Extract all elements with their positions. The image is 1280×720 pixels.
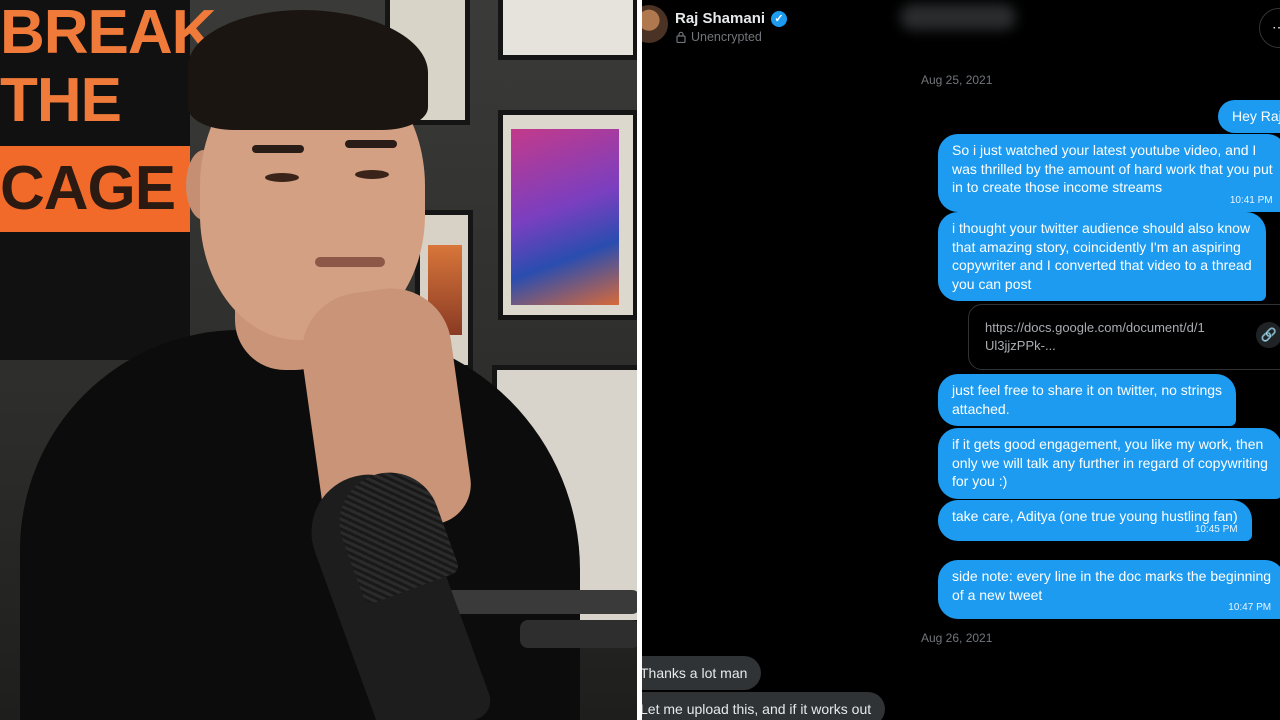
person-torso (20, 330, 580, 720)
message-text: take care, Aditya (one true young hustli… (952, 508, 1238, 524)
message-text: you can post (952, 275, 1032, 292)
outgoing-message[interactable]: Hey Raj (1218, 100, 1280, 133)
outgoing-message[interactable]: just feel free to share it on twitter, n… (938, 374, 1237, 426)
message-text: if it gets good engagement, you like my … (952, 436, 1264, 452)
poster-line: BREAK (0, 0, 216, 67)
message-text: for you :) (952, 473, 1008, 489)
wall-frame (498, 0, 637, 60)
outgoing-message[interactable]: if it gets good engagement, you like my … (938, 428, 1280, 499)
mic-boom-arm (520, 620, 637, 648)
contact-name[interactable]: Raj Shamani (675, 10, 765, 27)
frame-art (511, 129, 619, 305)
dm-conversation-panel: Raj Shamani ✓ Unencrypted ⋯ Aug 25, 2021… (642, 0, 1280, 720)
message-text: was thrilled by the amount of hard work … (952, 160, 1273, 177)
person-hair (188, 10, 428, 130)
wall-frame (498, 110, 637, 320)
outgoing-message[interactable]: take care, Aditya (one true young hustli… (938, 500, 1252, 541)
message-text: copywriter and I converted that video to… (952, 257, 1252, 273)
encryption-status: Unencrypted (691, 30, 762, 44)
message-text: Hey Raj (1232, 108, 1280, 124)
message-text: attached. (952, 400, 1010, 417)
date-separator: Aug 25, 2021 (921, 73, 993, 87)
message-text: that amazing story, coincidently I'm an … (952, 238, 1241, 255)
message-text: So i just watched your latest youtube vi… (952, 142, 1257, 158)
incoming-message[interactable]: Thanks a lot man (642, 656, 762, 690)
more-options-button[interactable]: ⋯ (1259, 8, 1280, 48)
mic-boom-arm (430, 590, 637, 614)
person-eye (355, 170, 389, 179)
person-mouth (315, 257, 385, 267)
outgoing-message[interactable]: So i just watched your latest youtube vi… (938, 134, 1280, 212)
podcast-video-frame: BREAK THE CAGE (0, 0, 637, 720)
date-separator: Aug 26, 2021 (921, 631, 993, 645)
link-url: https://docs.google.com/document/d/1 (985, 320, 1205, 335)
break-the-cage-poster: BREAK THE CAGE (0, 0, 216, 360)
message-text: i thought your twitter audience should a… (952, 220, 1251, 236)
incoming-message[interactable]: Let me upload this, and if it works out (642, 692, 886, 720)
link-icon[interactable]: 🔗 (1256, 322, 1280, 348)
more-icon: ⋯ (1272, 19, 1280, 35)
message-text: just feel free to share it on twitter, n… (952, 382, 1223, 398)
message-text: only we will talk any further in regard … (952, 454, 1268, 471)
person-brow (252, 145, 304, 153)
person-brow (345, 140, 397, 148)
verified-badge-icon: ✓ (771, 11, 787, 27)
conversation-header: Raj Shamani ✓ Unencrypted ⋯ (642, 0, 1280, 52)
message-text: Thanks a lot man (642, 665, 748, 681)
poster-line: THE (0, 66, 122, 135)
blurred-region (900, 4, 1016, 30)
outgoing-message[interactable]: side note: every line in the doc marks t… (938, 560, 1280, 619)
outgoing-message[interactable]: i thought your twitter audience should a… (938, 212, 1266, 301)
avatar[interactable] (642, 5, 668, 43)
poster-line: CAGE (0, 154, 176, 223)
link-url: Ul3jjzPPk-... (985, 338, 1056, 353)
lock-icon (676, 31, 686, 43)
person-eye (265, 173, 299, 182)
message-text: side note: every line in the doc marks t… (952, 568, 1272, 584)
screen: BREAK THE CAGE Raj Shamani ✓ Unencrypted… (0, 0, 1280, 720)
link-preview-card[interactable]: https://docs.google.com/document/d/1 Ul3… (968, 304, 1280, 370)
message-text: Let me upload this, and if it works out (642, 701, 872, 717)
